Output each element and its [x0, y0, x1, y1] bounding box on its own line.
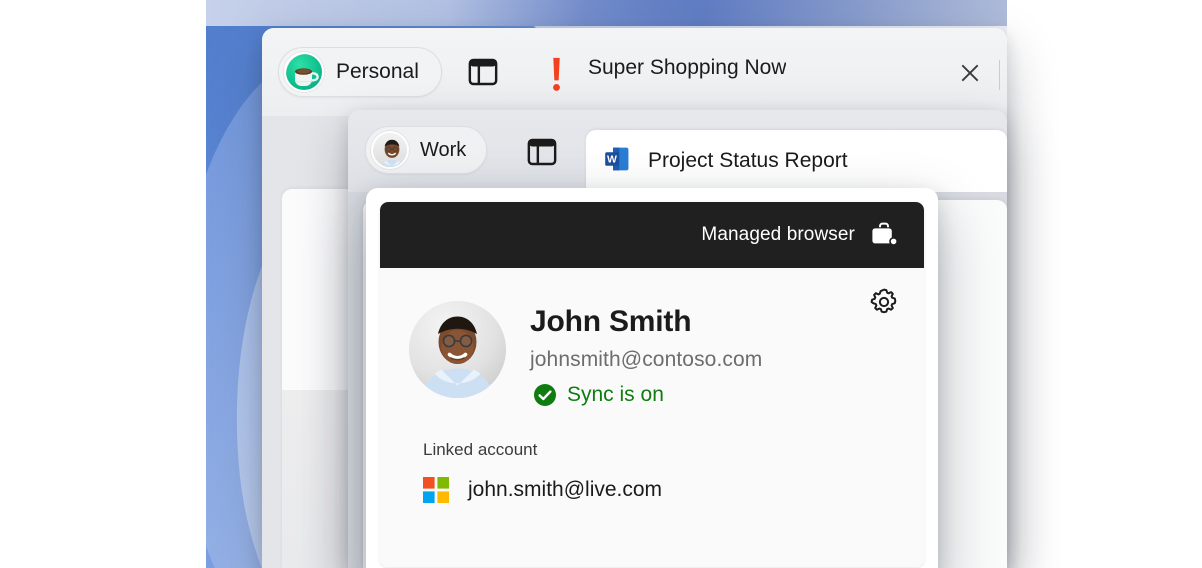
profile-identity-text: John Smith johnsmith@contoso.com Sync is…: [530, 301, 762, 407]
managed-browser-banner: Managed browser: [380, 202, 924, 268]
svg-text:W: W: [607, 153, 617, 165]
linked-account-email: john.smith@live.com: [468, 478, 662, 502]
managed-browser-label: Managed browser: [701, 224, 855, 246]
microsoft-logo-icon: [423, 477, 449, 503]
checkmark-circle-icon: [534, 384, 556, 406]
split-screen-icon[interactable]: [467, 57, 499, 87]
window-title-personal: Super Shopping Now: [588, 56, 786, 80]
titlebar-work: Work W: [348, 110, 1007, 192]
profile-flyout-inner: Managed browser: [380, 202, 924, 567]
titlebar-personal: Personal Super Shopping Now: [262, 28, 1007, 116]
profile-display-name: John Smith: [530, 305, 762, 340]
exclamation-mark-icon[interactable]: [544, 53, 568, 95]
gear-icon[interactable]: [866, 284, 902, 320]
profile-flyout-card[interactable]: Managed browser: [366, 188, 938, 568]
person-photo-avatar-work: [371, 131, 409, 169]
coffee-cup-avatar: [284, 52, 324, 92]
profile-pill-personal[interactable]: Personal: [278, 47, 442, 97]
sync-status-row[interactable]: Sync is on: [530, 383, 762, 407]
person-photo-avatar-large: [409, 301, 506, 398]
titlebar-separator: [999, 60, 1000, 90]
profile-card-body: John Smith johnsmith@contoso.com Sync is…: [380, 268, 924, 567]
profile-identity-row: John Smith johnsmith@contoso.com Sync is…: [380, 268, 924, 407]
browser-tab-project-status-report[interactable]: W Project Status Report: [586, 130, 1007, 192]
screenshot-root: Personal Super Shopping Now: [0, 0, 1202, 568]
profile-pill-work[interactable]: Work: [365, 126, 487, 174]
browser-tab-title: Project Status Report: [648, 149, 848, 173]
sync-status-label: Sync is on: [567, 383, 664, 407]
profile-pill-label: Personal: [336, 60, 419, 84]
profile-email: johnsmith@contoso.com: [530, 348, 762, 372]
linked-account-label: Linked account: [380, 407, 924, 460]
word-document-icon: W: [602, 144, 632, 179]
briefcase-icon: [869, 222, 899, 248]
close-icon-personal[interactable]: [955, 58, 985, 88]
split-screen-icon-work[interactable]: [526, 137, 558, 167]
profile-pill-label-work: Work: [420, 139, 466, 162]
linked-account-row[interactable]: john.smith@live.com: [380, 460, 924, 503]
